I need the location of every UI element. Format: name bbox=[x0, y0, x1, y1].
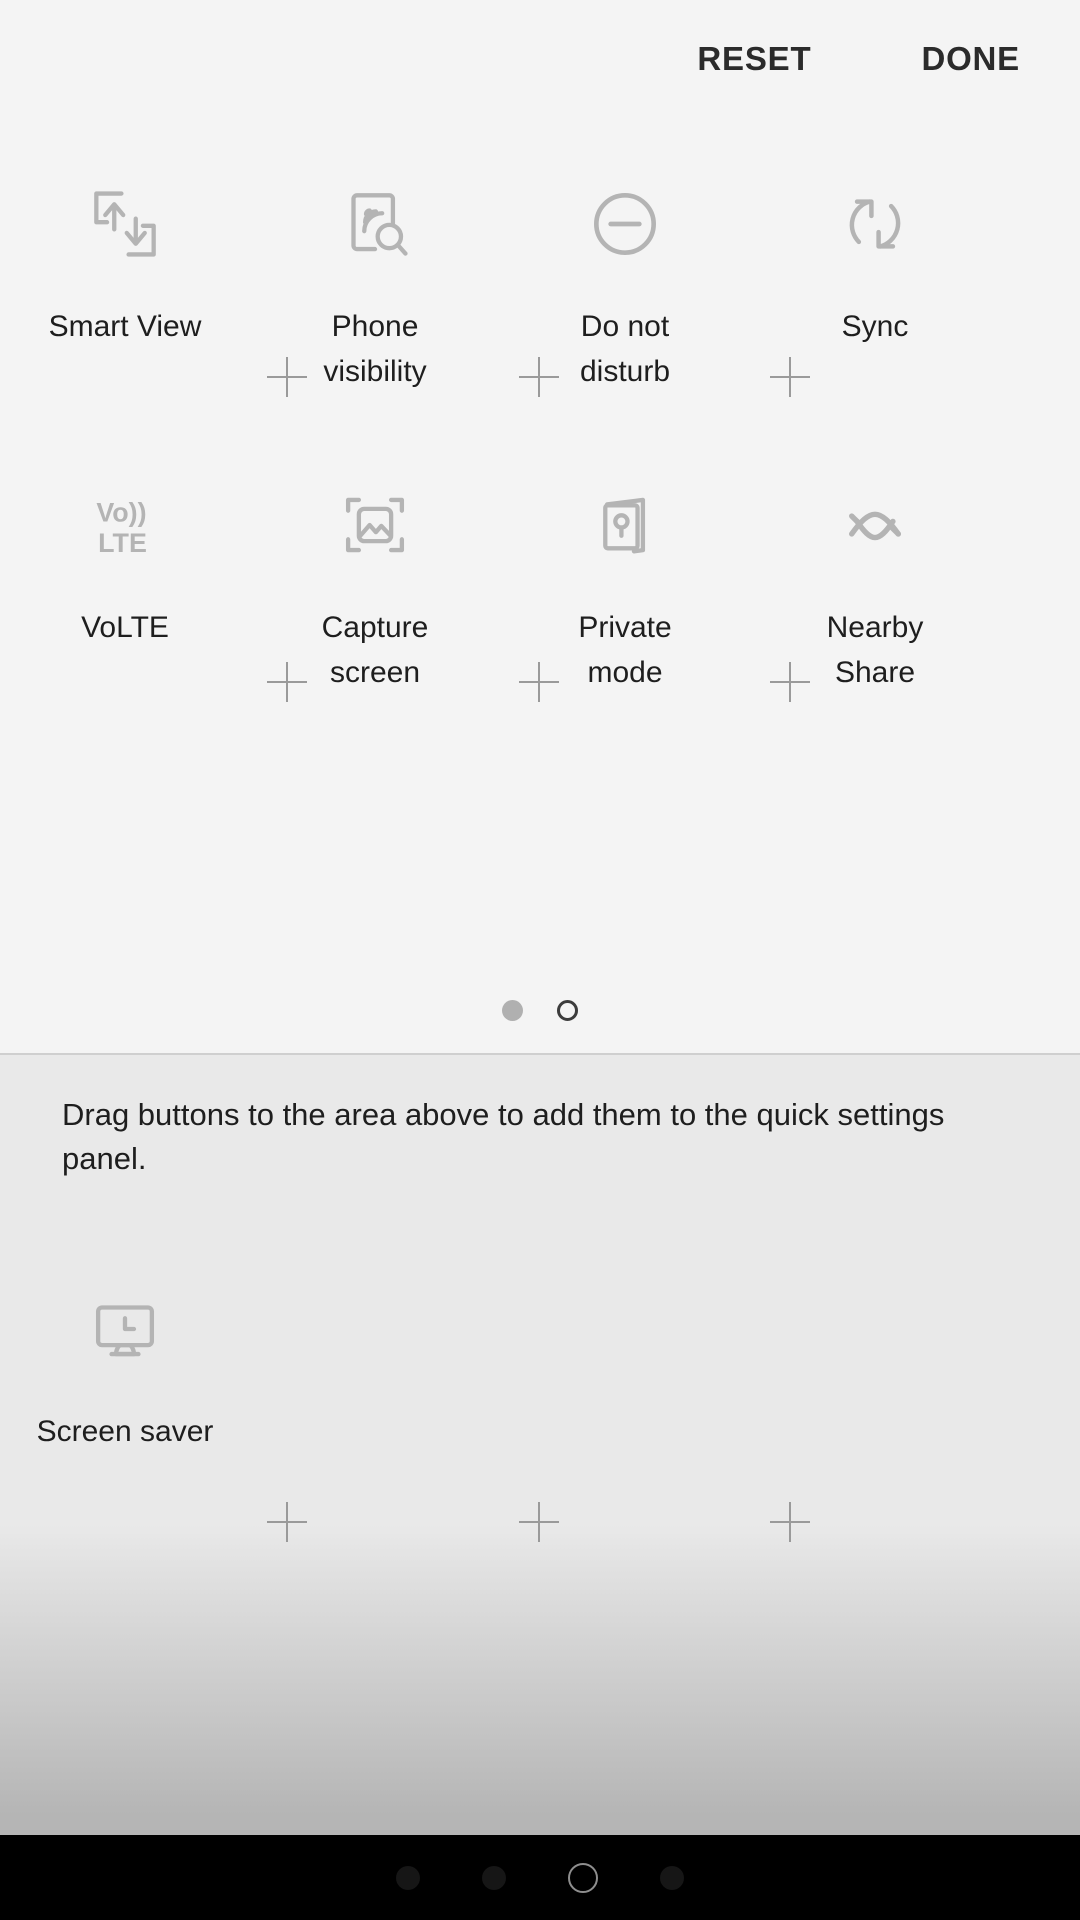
tray-slot-plus-icon[interactable] bbox=[770, 1502, 810, 1542]
done-button[interactable]: DONE bbox=[915, 30, 1026, 88]
tile-label-line1: Private bbox=[578, 611, 672, 644]
home-button[interactable] bbox=[568, 1862, 598, 1893]
volte-icon-text-bottom: LTE bbox=[98, 528, 147, 558]
tile-label: Sync bbox=[841, 310, 909, 343]
capture-screen-icon bbox=[250, 469, 500, 581]
phone-visibility-icon bbox=[250, 168, 500, 280]
tile-label-line2: visibility bbox=[323, 355, 427, 388]
page-dot-1[interactable] bbox=[502, 1000, 523, 1021]
tray-grid: Screen saver bbox=[0, 1225, 1080, 1525]
tile-label-line2: disturb bbox=[579, 355, 671, 388]
volte-icon-text-top: Vo)) bbox=[96, 497, 146, 527]
do-not-disturb-icon bbox=[500, 168, 750, 280]
tray-slot-plus-icon[interactable] bbox=[519, 1502, 559, 1542]
volte-icon: Vo)) LTE bbox=[0, 469, 250, 581]
tile-label-line2: Share bbox=[834, 656, 916, 689]
add-slot-plus-icon[interactable] bbox=[770, 357, 810, 397]
private-mode-icon bbox=[500, 469, 750, 581]
add-slot-plus-icon[interactable] bbox=[519, 662, 559, 702]
tile-smart-view[interactable]: Smart View bbox=[0, 120, 250, 420]
add-slot-plus-icon[interactable] bbox=[770, 662, 810, 702]
smart-view-icon bbox=[0, 168, 250, 280]
add-slot-plus-icon[interactable] bbox=[519, 357, 559, 397]
reset-button[interactable]: RESET bbox=[691, 30, 817, 88]
tile-label: VoLTE bbox=[81, 611, 169, 644]
tile-label: Smart View bbox=[48, 310, 202, 343]
quick-settings-edit-panel: RESET DONE Smart View Phone visibility D… bbox=[0, 0, 1080, 1053]
page-indicator bbox=[0, 1000, 1080, 1021]
add-slot-plus-icon[interactable] bbox=[267, 662, 307, 702]
available-buttons-tray: Drag buttons to the area above to add th… bbox=[0, 1055, 1080, 1835]
back-button[interactable] bbox=[482, 1865, 506, 1890]
page-dot-2-current[interactable] bbox=[557, 1000, 578, 1021]
nearby-share-icon bbox=[750, 469, 1000, 581]
tray-slot-plus-icon[interactable] bbox=[267, 1502, 307, 1542]
tile-label-line1: Do not bbox=[580, 310, 670, 343]
tile-label-line1: Capture bbox=[321, 611, 429, 644]
add-slot-plus-icon[interactable] bbox=[267, 357, 307, 397]
tile-screen-saver[interactable]: Screen saver bbox=[0, 1225, 250, 1525]
recents-button[interactable] bbox=[396, 1865, 420, 1890]
extra-nav-button[interactable] bbox=[660, 1865, 684, 1890]
action-bar: RESET DONE bbox=[0, 0, 1080, 118]
tile-label-line2: mode bbox=[587, 656, 663, 689]
tile-volte[interactable]: Vo)) LTE VoLTE bbox=[0, 421, 250, 721]
tile-label-line1: Nearby bbox=[826, 611, 924, 644]
sync-icon bbox=[750, 168, 1000, 280]
screen-saver-icon bbox=[0, 1273, 250, 1385]
tray-instruction-text: Drag buttons to the area above to add th… bbox=[62, 1097, 945, 1176]
system-navigation-bar bbox=[0, 1835, 1080, 1920]
tile-label-line2: screen bbox=[329, 656, 421, 689]
tile-label: Screen saver bbox=[36, 1415, 214, 1448]
tile-label-line1: Phone bbox=[331, 310, 419, 343]
